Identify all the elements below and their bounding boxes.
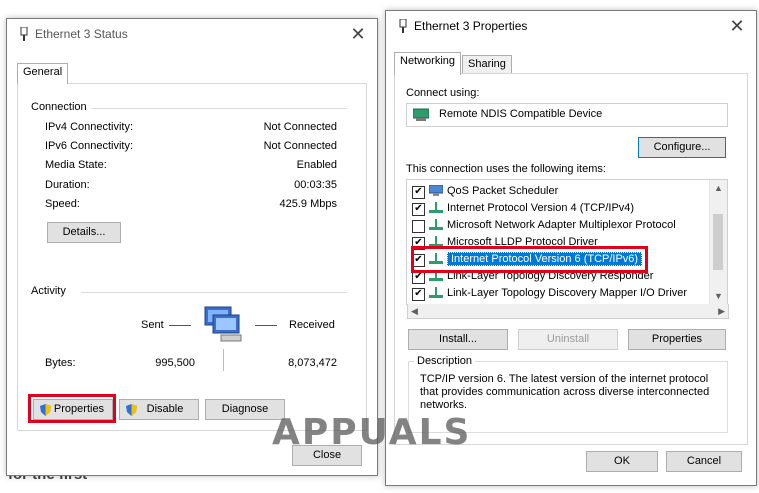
item-label: Microsoft Network Adapter Multiplexor Pr… xyxy=(447,219,676,231)
received-label: Received xyxy=(289,319,335,331)
scroll-up-icon[interactable]: ▲ xyxy=(710,180,727,196)
sent-label: Sent xyxy=(141,319,164,331)
close-icon[interactable]: ✕ xyxy=(347,23,369,45)
ipv4-connectivity-value: Not Connected xyxy=(263,121,337,133)
adapter-name: Remote NDIS Compatible Device xyxy=(439,108,603,120)
ipv6-connectivity-label: IPv6 Connectivity: xyxy=(45,140,134,152)
speed-label: Speed: xyxy=(45,198,80,210)
install-button-label: Install... xyxy=(439,333,477,345)
install-button[interactable]: Install... xyxy=(408,329,508,350)
configure-button[interactable]: Configure... xyxy=(638,137,726,158)
item-label: QoS Packet Scheduler xyxy=(447,185,559,197)
details-button-label: Details... xyxy=(62,226,106,238)
configure-button-label: Configure... xyxy=(653,141,711,153)
list-item[interactable]: ✔ Link-Layer Topology Discovery Mapper I… xyxy=(407,285,727,302)
details-button[interactable]: Details... xyxy=(47,222,121,243)
bytes-label: Bytes: xyxy=(45,357,76,369)
sent-line xyxy=(169,325,191,326)
ethernet-icon xyxy=(399,19,407,33)
ok-button-label: OK xyxy=(614,455,630,467)
disable-button-label: Disable xyxy=(146,403,184,415)
uninstall-button[interactable]: Uninstall xyxy=(518,329,618,350)
connection-divider xyxy=(91,108,347,109)
scroll-left-icon[interactable]: ◀ xyxy=(411,304,418,318)
media-state-value: Enabled xyxy=(296,159,337,171)
connection-heading: Connection xyxy=(31,101,87,113)
tab-sharing[interactable]: Sharing xyxy=(462,55,512,74)
description-text: TCP/IP version 6. The latest version of … xyxy=(420,373,710,411)
duration-value: 00:03:35 xyxy=(294,179,337,191)
item-checkbox[interactable]: ✔ xyxy=(412,186,425,199)
ipv6-connectivity-value: Not Connected xyxy=(263,140,337,152)
protocol-icon xyxy=(429,219,443,230)
properties-highlight-box xyxy=(28,394,116,423)
item-label: Internet Protocol Version 4 (TCP/IPv4) xyxy=(447,202,635,214)
list-scrollbar[interactable]: ▲ ▼ xyxy=(709,180,727,304)
received-line xyxy=(255,325,277,326)
protocol-icon xyxy=(429,202,443,213)
status-titlebar: Ethernet 3 Status ✕ xyxy=(7,19,377,49)
item-checkbox[interactable]: ✔ xyxy=(412,288,425,301)
item-properties-button-label: Properties xyxy=(651,333,703,345)
list-item[interactable]: Microsoft Network Adapter Multiplexor Pr… xyxy=(407,217,727,234)
description-heading: Description xyxy=(414,355,476,367)
ok-button[interactable]: OK xyxy=(586,451,658,472)
shield-icon xyxy=(126,404,137,416)
list-item[interactable]: ✔ QoS Packet Scheduler xyxy=(407,183,727,200)
general-panel xyxy=(17,83,367,431)
cancel-button[interactable]: Cancel xyxy=(666,451,742,472)
scroll-down-icon[interactable]: ▼ xyxy=(710,288,727,304)
network-adapter-icon xyxy=(413,108,429,121)
disable-button[interactable]: Disable xyxy=(119,399,199,420)
close-icon[interactable]: ✕ xyxy=(726,15,748,37)
tab-sharing-label: Sharing xyxy=(468,58,506,70)
diagnose-button-label: Diagnose xyxy=(221,403,269,415)
activity-vertical-line xyxy=(223,349,224,371)
ethernet-icon xyxy=(20,27,28,41)
activity-divider xyxy=(81,292,347,293)
ipv4-connectivity-label: IPv4 Connectivity: xyxy=(45,121,134,133)
adapter-field: Remote NDIS Compatible Device xyxy=(406,103,728,127)
bytes-received-value: 8,073,472 xyxy=(288,357,337,369)
qos-scheduler-icon xyxy=(429,185,443,196)
speed-value: 425.9 Mbps xyxy=(279,198,337,210)
list-item[interactable]: ✔ Internet Protocol Version 4 (TCP/IPv4) xyxy=(407,200,727,217)
tab-networking[interactable]: Networking xyxy=(394,52,462,75)
appuals-watermark: APPUALS xyxy=(272,412,472,453)
horizontal-scrollbar[interactable]: ◀ ▶ xyxy=(407,304,729,319)
scroll-thumb[interactable] xyxy=(713,214,723,270)
tab-general-label: General xyxy=(23,66,63,78)
activity-heading: Activity xyxy=(31,285,66,297)
items-list: ✔ QoS Packet Scheduler ✔ Internet Protoc… xyxy=(406,179,728,305)
uninstall-button-label: Uninstall xyxy=(546,333,590,345)
tab-networking-label: Networking xyxy=(400,55,456,67)
ipv6-highlight-box xyxy=(411,246,648,273)
status-window-title: Ethernet 3 Status xyxy=(35,27,128,41)
properties-window-title: Ethernet 3 Properties xyxy=(414,19,528,33)
item-label: Link-Layer Topology Discovery Mapper I/O… xyxy=(447,287,688,299)
items-label: This connection uses the following items… xyxy=(406,163,606,175)
connect-using-label: Connect using: xyxy=(406,87,480,99)
item-properties-button[interactable]: Properties xyxy=(628,329,726,350)
scroll-right-icon[interactable]: ▶ xyxy=(718,304,725,318)
cancel-button-label: Cancel xyxy=(686,455,722,467)
bytes-sent-value: 995,500 xyxy=(155,357,195,369)
item-checkbox[interactable] xyxy=(412,220,425,233)
network-computers-icon xyxy=(204,306,242,342)
protocol-icon xyxy=(429,287,443,298)
item-checkbox[interactable]: ✔ xyxy=(412,203,425,216)
tab-general[interactable]: General xyxy=(17,63,69,84)
properties-titlebar: Ethernet 3 Properties ✕ xyxy=(386,11,756,41)
media-state-label: Media State: xyxy=(45,159,107,171)
duration-label: Duration: xyxy=(45,179,90,191)
ethernet-status-window: Ethernet 3 Status ✕ General Connection I… xyxy=(6,18,378,476)
